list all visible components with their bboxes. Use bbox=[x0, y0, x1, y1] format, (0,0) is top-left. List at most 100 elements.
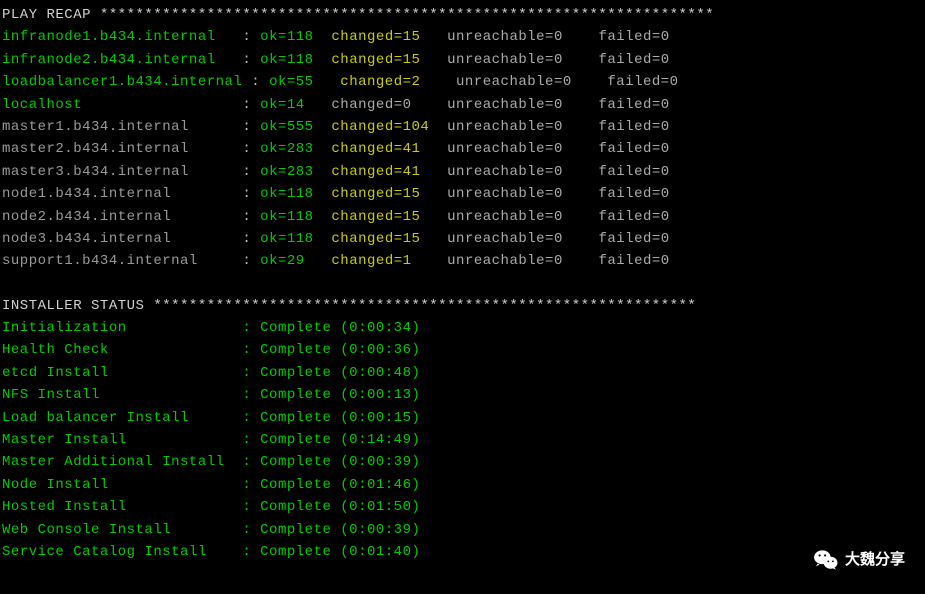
recap-host: node2.b434.internal bbox=[2, 209, 171, 225]
recap-failed: failed=0 bbox=[598, 186, 669, 202]
recap-unreachable: unreachable=0 bbox=[447, 97, 563, 113]
recap-unreachable: unreachable=0 bbox=[447, 29, 563, 45]
status-step-status: Complete (0:00:39) bbox=[260, 454, 420, 470]
status-step-name: Master Additional Install bbox=[2, 454, 242, 470]
recap-unreachable: unreachable=0 bbox=[447, 253, 563, 269]
recap-failed: failed=0 bbox=[598, 119, 669, 135]
recap-failed: failed=0 bbox=[598, 29, 669, 45]
status-step-status: Complete (0:14:49) bbox=[260, 432, 420, 448]
recap-changed: changed=15 bbox=[331, 186, 420, 202]
status-step-status: Complete (0:00:13) bbox=[260, 387, 420, 403]
status-step-status: Complete (0:01:40) bbox=[260, 544, 420, 560]
play-recap-table: infranode1.b434.internal : ok=118 change… bbox=[2, 26, 923, 272]
recap-changed: changed=0 bbox=[331, 97, 411, 113]
recap-changed: changed=15 bbox=[331, 29, 420, 45]
recap-host: support1.b434.internal bbox=[2, 253, 198, 269]
recap-failed: failed=0 bbox=[598, 209, 669, 225]
status-step-name: etcd Install bbox=[2, 365, 242, 381]
recap-unreachable: unreachable=0 bbox=[447, 164, 563, 180]
status-step-name: Load balancer Install bbox=[2, 410, 242, 426]
recap-failed: failed=0 bbox=[607, 74, 678, 90]
status-row: Master Install : Complete (0:14:49) bbox=[2, 429, 923, 451]
status-step-name: Node Install bbox=[2, 477, 242, 493]
recap-unreachable: unreachable=0 bbox=[447, 141, 563, 157]
recap-ok: ok=118 bbox=[260, 29, 313, 45]
recap-row: loadbalancer1.b434.internal : ok=55 chan… bbox=[2, 71, 923, 93]
recap-changed: changed=41 bbox=[331, 141, 420, 157]
status-row: Load balancer Install : Complete (0:00:1… bbox=[2, 407, 923, 429]
status-step-status: Complete (0:01:46) bbox=[260, 477, 420, 493]
recap-host: node1.b434.internal bbox=[2, 186, 171, 202]
recap-row: node1.b434.internal : ok=118 changed=15 … bbox=[2, 183, 923, 205]
recap-failed: failed=0 bbox=[598, 141, 669, 157]
recap-unreachable: unreachable=0 bbox=[447, 119, 563, 135]
recap-unreachable: unreachable=0 bbox=[447, 231, 563, 247]
status-step-name: Hosted Install bbox=[2, 499, 242, 515]
watermark-text: 大魏分享 bbox=[845, 548, 905, 572]
recap-host: master2.b434.internal bbox=[2, 141, 189, 157]
status-row: Web Console Install : Complete (0:00:39) bbox=[2, 519, 923, 541]
recap-ok: ok=555 bbox=[260, 119, 313, 135]
status-row: NFS Install : Complete (0:00:13) bbox=[2, 384, 923, 406]
recap-changed: changed=2 bbox=[340, 74, 420, 90]
recap-ok: ok=283 bbox=[260, 141, 313, 157]
status-step-status: Complete (0:00:15) bbox=[260, 410, 420, 426]
recap-failed: failed=0 bbox=[598, 164, 669, 180]
recap-changed: changed=15 bbox=[331, 231, 420, 247]
recap-ok: ok=118 bbox=[260, 52, 313, 68]
recap-ok: ok=14 bbox=[260, 97, 305, 113]
recap-ok: ok=29 bbox=[260, 253, 305, 269]
status-row: Service Catalog Install : Complete (0:01… bbox=[2, 541, 923, 563]
recap-host: loadbalancer1.b434.internal bbox=[2, 74, 242, 90]
recap-failed: failed=0 bbox=[598, 231, 669, 247]
status-row: etcd Install : Complete (0:00:48) bbox=[2, 362, 923, 384]
installer-status-header: INSTALLER STATUS ***********************… bbox=[2, 295, 923, 317]
status-row: Master Additional Install : Complete (0:… bbox=[2, 451, 923, 473]
status-step-name: Master Install bbox=[2, 432, 242, 448]
recap-row: infranode2.b434.internal : ok=118 change… bbox=[2, 49, 923, 71]
recap-changed: changed=104 bbox=[331, 119, 429, 135]
watermark: 大魏分享 bbox=[813, 548, 905, 572]
status-step-name: Service Catalog Install bbox=[2, 544, 242, 560]
status-step-name: NFS Install bbox=[2, 387, 242, 403]
recap-row: infranode1.b434.internal : ok=118 change… bbox=[2, 26, 923, 48]
recap-row: node2.b434.internal : ok=118 changed=15 … bbox=[2, 206, 923, 228]
recap-host: infranode2.b434.internal bbox=[2, 52, 216, 68]
recap-row: master3.b434.internal : ok=283 changed=4… bbox=[2, 161, 923, 183]
recap-ok: ok=118 bbox=[260, 231, 313, 247]
recap-row: localhost : ok=14 changed=0 unreachable=… bbox=[2, 94, 923, 116]
status-step-name: Health Check bbox=[2, 342, 242, 358]
wechat-icon bbox=[813, 549, 839, 571]
play-recap-header: PLAY RECAP *****************************… bbox=[2, 4, 923, 26]
recap-unreachable: unreachable=0 bbox=[447, 52, 563, 68]
status-step-status: Complete (0:00:36) bbox=[260, 342, 420, 358]
recap-unreachable: unreachable=0 bbox=[447, 209, 563, 225]
recap-unreachable: unreachable=0 bbox=[456, 74, 572, 90]
recap-ok: ok=55 bbox=[269, 74, 314, 90]
recap-host: master1.b434.internal bbox=[2, 119, 189, 135]
recap-changed: changed=41 bbox=[331, 164, 420, 180]
recap-host: node3.b434.internal bbox=[2, 231, 171, 247]
installer-status-table: Initialization : Complete (0:00:34) Healt… bbox=[2, 317, 923, 563]
recap-ok: ok=283 bbox=[260, 164, 313, 180]
recap-changed: changed=15 bbox=[331, 209, 420, 225]
recap-failed: failed=0 bbox=[598, 253, 669, 269]
status-row: Node Install : Complete (0:01:46) bbox=[2, 474, 923, 496]
recap-changed: changed=15 bbox=[331, 52, 420, 68]
status-step-status: Complete (0:01:50) bbox=[260, 499, 420, 515]
recap-ok: ok=118 bbox=[260, 209, 313, 225]
recap-changed: changed=1 bbox=[331, 253, 411, 269]
recap-host: infranode1.b434.internal bbox=[2, 29, 216, 45]
recap-row: master1.b434.internal : ok=555 changed=1… bbox=[2, 116, 923, 138]
recap-host: localhost bbox=[2, 97, 82, 113]
status-row: Initialization : Complete (0:00:34) bbox=[2, 317, 923, 339]
recap-row: master2.b434.internal : ok=283 changed=4… bbox=[2, 138, 923, 160]
status-step-name: Initialization bbox=[2, 320, 242, 336]
recap-row: node3.b434.internal : ok=118 changed=15 … bbox=[2, 228, 923, 250]
recap-row: support1.b434.internal : ok=29 changed=1… bbox=[2, 250, 923, 272]
status-row: Hosted Install : Complete (0:01:50) bbox=[2, 496, 923, 518]
recap-host: master3.b434.internal bbox=[2, 164, 189, 180]
recap-failed: failed=0 bbox=[598, 52, 669, 68]
status-step-status: Complete (0:00:34) bbox=[260, 320, 420, 336]
status-step-status: Complete (0:00:48) bbox=[260, 365, 420, 381]
